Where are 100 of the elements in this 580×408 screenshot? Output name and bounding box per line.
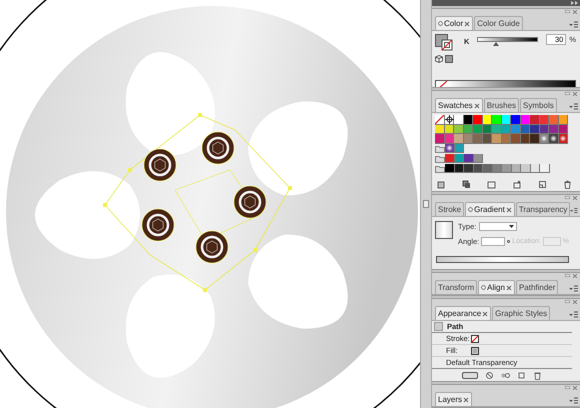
color-swatch[interactable] — [445, 164, 454, 173]
panel-menu-icon[interactable] — [569, 103, 578, 110]
options-icon[interactable] — [487, 180, 496, 189]
lug-nut-drawing — [142, 208, 174, 242]
color-swatch[interactable] — [435, 134, 444, 144]
close-icon[interactable] — [573, 274, 577, 278]
fill-stroke-swatch-icon[interactable] — [435, 34, 455, 52]
color-swatch[interactable] — [511, 115, 520, 124]
toggle-icon[interactable] — [501, 370, 510, 380]
close-icon[interactable] — [464, 20, 470, 26]
expand-arrows-icon[interactable] — [438, 21, 443, 26]
panel-tab[interactable]: Color — [435, 16, 474, 30]
location-field — [542, 237, 561, 246]
minimize-icon[interactable] — [565, 196, 570, 199]
duplicate-icon[interactable] — [517, 370, 526, 380]
color-swatch[interactable] — [454, 115, 464, 124]
color-swatch[interactable] — [483, 164, 492, 173]
color-swatch[interactable] — [521, 164, 530, 173]
gradient-slider-bar[interactable] — [436, 256, 569, 262]
color-swatch[interactable] — [473, 115, 482, 124]
circle-slash-icon[interactable] — [485, 370, 494, 380]
color-swatch[interactable] — [492, 164, 502, 173]
color-swatch[interactable] — [530, 115, 540, 124]
panel-tab[interactable]: Transparency — [516, 202, 570, 216]
current-color-swatch[interactable] — [445, 55, 453, 63]
panel-tab[interactable]: Swatches — [435, 98, 483, 112]
panel-tab[interactable]: Appearance — [435, 306, 492, 320]
panel-tab[interactable]: Symbols — [520, 98, 557, 112]
lug-nut-drawing — [202, 132, 234, 164]
lug-nut-drawing — [196, 230, 228, 264]
angle-field[interactable] — [481, 237, 506, 246]
minimize-icon[interactable] — [565, 386, 570, 389]
collapse-arrows-icon[interactable] — [571, 1, 578, 5]
stroke-none-icon[interactable] — [471, 334, 479, 342]
color-swatch[interactable] — [502, 164, 512, 173]
close-icon[interactable] — [573, 300, 577, 304]
color-swatch[interactable] — [445, 154, 454, 163]
color-swatch[interactable] — [549, 115, 558, 124]
lug-nut-drawing — [144, 148, 176, 182]
trash-icon[interactable] — [533, 370, 542, 380]
expand-arrows-icon[interactable] — [468, 207, 474, 212]
slider-thumb[interactable] — [493, 42, 500, 46]
close-icon[interactable] — [573, 10, 577, 14]
close-icon[interactable] — [506, 206, 512, 212]
panel-tab[interactable]: Stroke — [435, 202, 464, 216]
panel-tab[interactable]: Graphic Styles — [492, 306, 550, 320]
panel-menu-icon[interactable] — [569, 397, 578, 404]
new-group-icon[interactable] — [512, 180, 522, 189]
color-swatch[interactable] — [473, 134, 482, 144]
minimize-icon[interactable] — [565, 10, 570, 13]
minimize-icon[interactable] — [565, 92, 570, 95]
cube-icon[interactable] — [435, 55, 443, 63]
color-swatch[interactable] — [530, 134, 540, 144]
panel-menu-icon[interactable] — [569, 285, 578, 292]
close-icon[interactable] — [506, 284, 512, 290]
close-icon[interactable] — [474, 102, 480, 108]
none-swatch[interactable] — [435, 115, 444, 124]
close-icon[interactable] — [573, 196, 577, 200]
library-icon[interactable] — [437, 180, 446, 189]
close-icon[interactable] — [573, 92, 577, 96]
color-swatch[interactable] — [511, 134, 520, 144]
panel-tab[interactable]: Color Guide — [474, 16, 523, 30]
color-swatch[interactable] — [492, 134, 502, 144]
caret-icon — [509, 225, 514, 228]
swatch-kind-icon[interactable] — [462, 180, 472, 189]
close-icon[interactable] — [482, 310, 488, 316]
close-icon[interactable] — [463, 396, 470, 402]
type-dropdown[interactable] — [479, 222, 518, 232]
color-swatch[interactable] — [474, 154, 483, 163]
new-swatch-icon[interactable] — [538, 180, 547, 189]
dock-scrollbar[interactable] — [420, 0, 432, 408]
gradient-swatch[interactable] — [549, 134, 558, 144]
color-swatch[interactable] — [492, 115, 502, 124]
color-swatch[interactable] — [464, 164, 474, 173]
expand-arrows-icon[interactable] — [481, 285, 486, 290]
fill-swatch-icon[interactable] — [471, 346, 479, 354]
panel-tab[interactable]: Align — [478, 280, 515, 294]
selection-path-drawing[interactable] — [103, 113, 292, 292]
color-swatch[interactable] — [540, 164, 550, 173]
color-swatch[interactable] — [454, 134, 464, 144]
panel-tab[interactable]: Pathfinder — [516, 280, 558, 294]
panel-tab[interactable]: Layers — [435, 392, 472, 406]
panel-tab[interactable]: Gradient — [465, 202, 515, 216]
panel-tab[interactable]: Brushes — [484, 98, 520, 112]
minimize-icon[interactable] — [565, 274, 570, 277]
gradient-preview[interactable] — [435, 221, 453, 239]
color-swatch[interactable] — [454, 154, 464, 163]
color-swatch[interactable] — [474, 164, 483, 173]
minimize-icon[interactable] — [565, 300, 570, 303]
trash-icon[interactable] — [562, 180, 572, 189]
panel-tab[interactable]: Transform — [435, 280, 478, 294]
color-swatch[interactable] — [454, 164, 464, 173]
color-swatch[interactable] — [530, 164, 540, 173]
close-icon[interactable] — [573, 386, 577, 390]
panel-menu-icon[interactable] — [569, 21, 578, 28]
panel-menu-icon[interactable] — [569, 311, 578, 318]
color-swatch[interactable] — [464, 154, 474, 163]
panel-menu-icon[interactable] — [570, 207, 578, 214]
new-art-button[interactable] — [462, 372, 478, 378]
color-swatch[interactable] — [512, 164, 521, 173]
